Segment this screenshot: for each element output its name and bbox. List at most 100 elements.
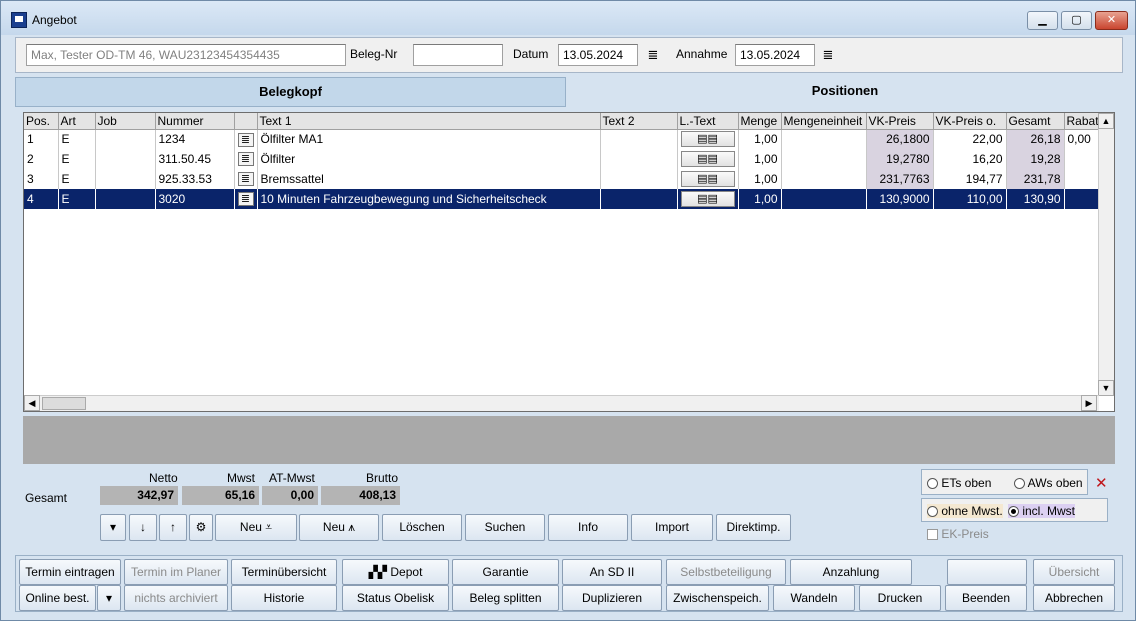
garantie-button[interactable]: Garantie	[452, 559, 559, 585]
long-text-icon[interactable]: ▤▤	[680, 151, 735, 167]
cell-vk-preis-o: 194,77	[933, 169, 1007, 189]
ek-preis-checkbox[interactable]	[927, 529, 938, 540]
col-header-vk-preis[interactable]: VK-Preis	[866, 113, 934, 130]
drucken-button[interactable]: Drucken	[859, 585, 941, 611]
text-list-icon[interactable]: ≣	[237, 192, 254, 207]
incl-mwst-radio[interactable]	[1008, 506, 1019, 517]
termin-eintragen-button[interactable]: Termin eintragen	[19, 559, 121, 585]
neu-button[interactable]: Neu ⩡	[215, 514, 297, 541]
text-list-icon[interactable]: ≣	[237, 172, 254, 187]
col-header-text2[interactable]: Text 2	[600, 113, 678, 130]
depot-button[interactable]: ▞▞ Depot	[342, 559, 449, 585]
horizontal-scroll-thumb[interactable]	[42, 397, 86, 410]
duplizieren-button[interactable]: Duplizieren	[562, 585, 662, 611]
annahme-label: Annahme	[676, 47, 728, 61]
beleg-splitten-button[interactable]: Beleg splitten	[452, 585, 559, 611]
termin-planer-button[interactable]: Termin im Planer	[124, 559, 228, 585]
minimize-button[interactable]: ▁	[1027, 11, 1058, 30]
tab-positionen[interactable]: Positionen	[567, 77, 1123, 107]
aws-oben-radio[interactable]	[1014, 478, 1025, 489]
col-header-pos[interactable]: Pos.	[24, 113, 59, 130]
horizontal-scrollbar[interactable]: ◀ ▶	[24, 395, 1099, 411]
text-list-icon[interactable]: ≣	[237, 132, 254, 147]
col-header-ltext[interactable]: L.-Text	[677, 113, 739, 130]
scroll-down-icon[interactable]: ▼	[1098, 380, 1114, 396]
ohne-mwst-option[interactable]: ohne Mwst.	[927, 504, 1003, 518]
col-header-menge[interactable]: Menge	[738, 113, 782, 130]
beleg-nr-field[interactable]	[413, 44, 503, 66]
maximize-button[interactable]: ▢	[1061, 11, 1092, 30]
table-row[interactable]: 2 E 311.50.45 ≣ Ölfilter ▤▤ 1,00 19,2780…	[24, 149, 1105, 169]
long-text-icon[interactable]: ▤▤	[680, 131, 735, 148]
move-up-icon[interactable]: ↑	[159, 514, 187, 541]
scroll-left-icon[interactable]: ◀	[24, 395, 40, 411]
annahme-calendar-icon[interactable]: ≣	[821, 48, 835, 62]
uebersicht-button[interactable]: Übersicht	[1033, 559, 1115, 585]
positions-table: Pos. Art Job Nummer Text 1 Text 2 L.-Tex…	[24, 113, 1105, 209]
nichts-archiviert-button[interactable]: nichts archiviert	[124, 585, 228, 611]
col-header-einheit[interactable]: Mengeneinheit	[781, 113, 867, 130]
info-button[interactable]: Info	[548, 514, 628, 541]
table-row[interactable]: 3 E 925.33.53 ≣ Bremssattel ▤▤ 1,00 231,…	[24, 169, 1105, 189]
ek-preis-option[interactable]: EK-Preis	[927, 527, 989, 541]
datum-calendar-icon[interactable]: ≣	[646, 48, 660, 62]
terminuebersicht-button[interactable]: Terminübersicht	[231, 559, 337, 585]
suchen-button[interactable]: Suchen	[465, 514, 545, 541]
col-header-text1[interactable]: Text 1	[257, 113, 601, 130]
abbrechen-button[interactable]: Abbrechen	[1033, 585, 1115, 611]
col-header-gesamt[interactable]: Gesamt	[1006, 113, 1065, 130]
cell-art: E	[58, 149, 96, 169]
datum-field[interactable]: 13.05.2024	[558, 44, 638, 66]
status-obelisk-button[interactable]: Status Obelisk	[342, 585, 449, 611]
scroll-up-icon[interactable]: ▲	[1098, 113, 1114, 129]
tab-belegkopf[interactable]: Belegkopf	[15, 77, 566, 107]
move-down-icon[interactable]: ↓	[129, 514, 157, 541]
text-list-icon[interactable]: ≣	[237, 152, 254, 167]
table-row[interactable]: 1 E 1234 ≣ Ölfilter MA1 ▤▤ 1,00 26,1800 …	[24, 129, 1105, 149]
table-row-selected[interactable]: 4 E 3020 ≣ 10 Minuten Fahrzeugbewegung u…	[24, 189, 1105, 209]
scroll-right-icon[interactable]: ▶	[1081, 395, 1097, 411]
col-header-art[interactable]: Art	[58, 113, 96, 130]
cell-job	[95, 169, 156, 189]
cell-menge: 1,00	[738, 129, 782, 149]
customer-field[interactable]: Max, Tester OD-TM 46, WAU23123454354435	[26, 44, 346, 66]
ets-oben-option[interactable]: ETs oben	[927, 476, 991, 490]
beenden-button[interactable]: Beenden	[945, 585, 1027, 611]
close-x-icon[interactable]: ✕	[1095, 474, 1108, 492]
dropdown-icon[interactable]: ▾	[100, 514, 126, 541]
ets-oben-radio[interactable]	[927, 478, 938, 489]
close-window-button[interactable]: ✕	[1095, 11, 1128, 30]
col-header-nummer[interactable]: Nummer	[155, 113, 235, 130]
loeschen-button[interactable]: Löschen	[382, 514, 462, 541]
col-header-vk-preis-o[interactable]: VK-Preis o.	[933, 113, 1007, 130]
long-text-icon[interactable]: ▤▤	[680, 171, 735, 187]
cell-textbtn: ≣	[234, 129, 258, 149]
col-header-textbtn[interactable]	[234, 113, 258, 130]
anzahlung-button[interactable]: Anzahlung	[790, 559, 912, 585]
app-icon	[11, 12, 27, 28]
online-best-button[interactable]: Online best.	[19, 585, 96, 611]
annahme-field[interactable]: 13.05.2024	[735, 44, 815, 66]
cell-ltext: ▤▤	[677, 129, 739, 149]
col-header-job[interactable]: Job	[95, 113, 156, 130]
online-best-dropdown-icon[interactable]: ▾	[97, 585, 121, 611]
incl-mwst-option[interactable]: incl. Mwst	[1008, 504, 1076, 518]
settings-gear-icon[interactable]: ⚙	[189, 514, 213, 541]
ek-preis-label: EK-Preis	[941, 527, 989, 541]
import-button[interactable]: Import	[631, 514, 713, 541]
long-text-icon[interactable]: ▤▤	[680, 191, 735, 207]
selbstbeteiligung-button[interactable]: Selbstbeteiligung	[666, 559, 786, 585]
empty-button[interactable]	[947, 559, 1027, 585]
zwischenspeich-button[interactable]: Zwischenspeich.	[666, 585, 769, 611]
wandeln-button[interactable]: Wandeln	[773, 585, 855, 611]
direktimp-button[interactable]: Direktimp.	[716, 514, 791, 541]
ohne-mwst-radio[interactable]	[927, 506, 938, 517]
incl-mwst-label: incl. Mwst	[1022, 504, 1076, 518]
brutto-label: Brutto	[366, 471, 399, 485]
neu-insert-button[interactable]: Neu ⩚	[299, 514, 379, 541]
an-sd-button[interactable]: An SD II	[562, 559, 662, 585]
vertical-scrollbar[interactable]: ▲ ▼	[1098, 113, 1114, 396]
ets-oben-label: ETs oben	[941, 476, 992, 490]
aws-oben-option[interactable]: AWs oben	[1014, 476, 1083, 490]
historie-button[interactable]: Historie	[231, 585, 337, 611]
